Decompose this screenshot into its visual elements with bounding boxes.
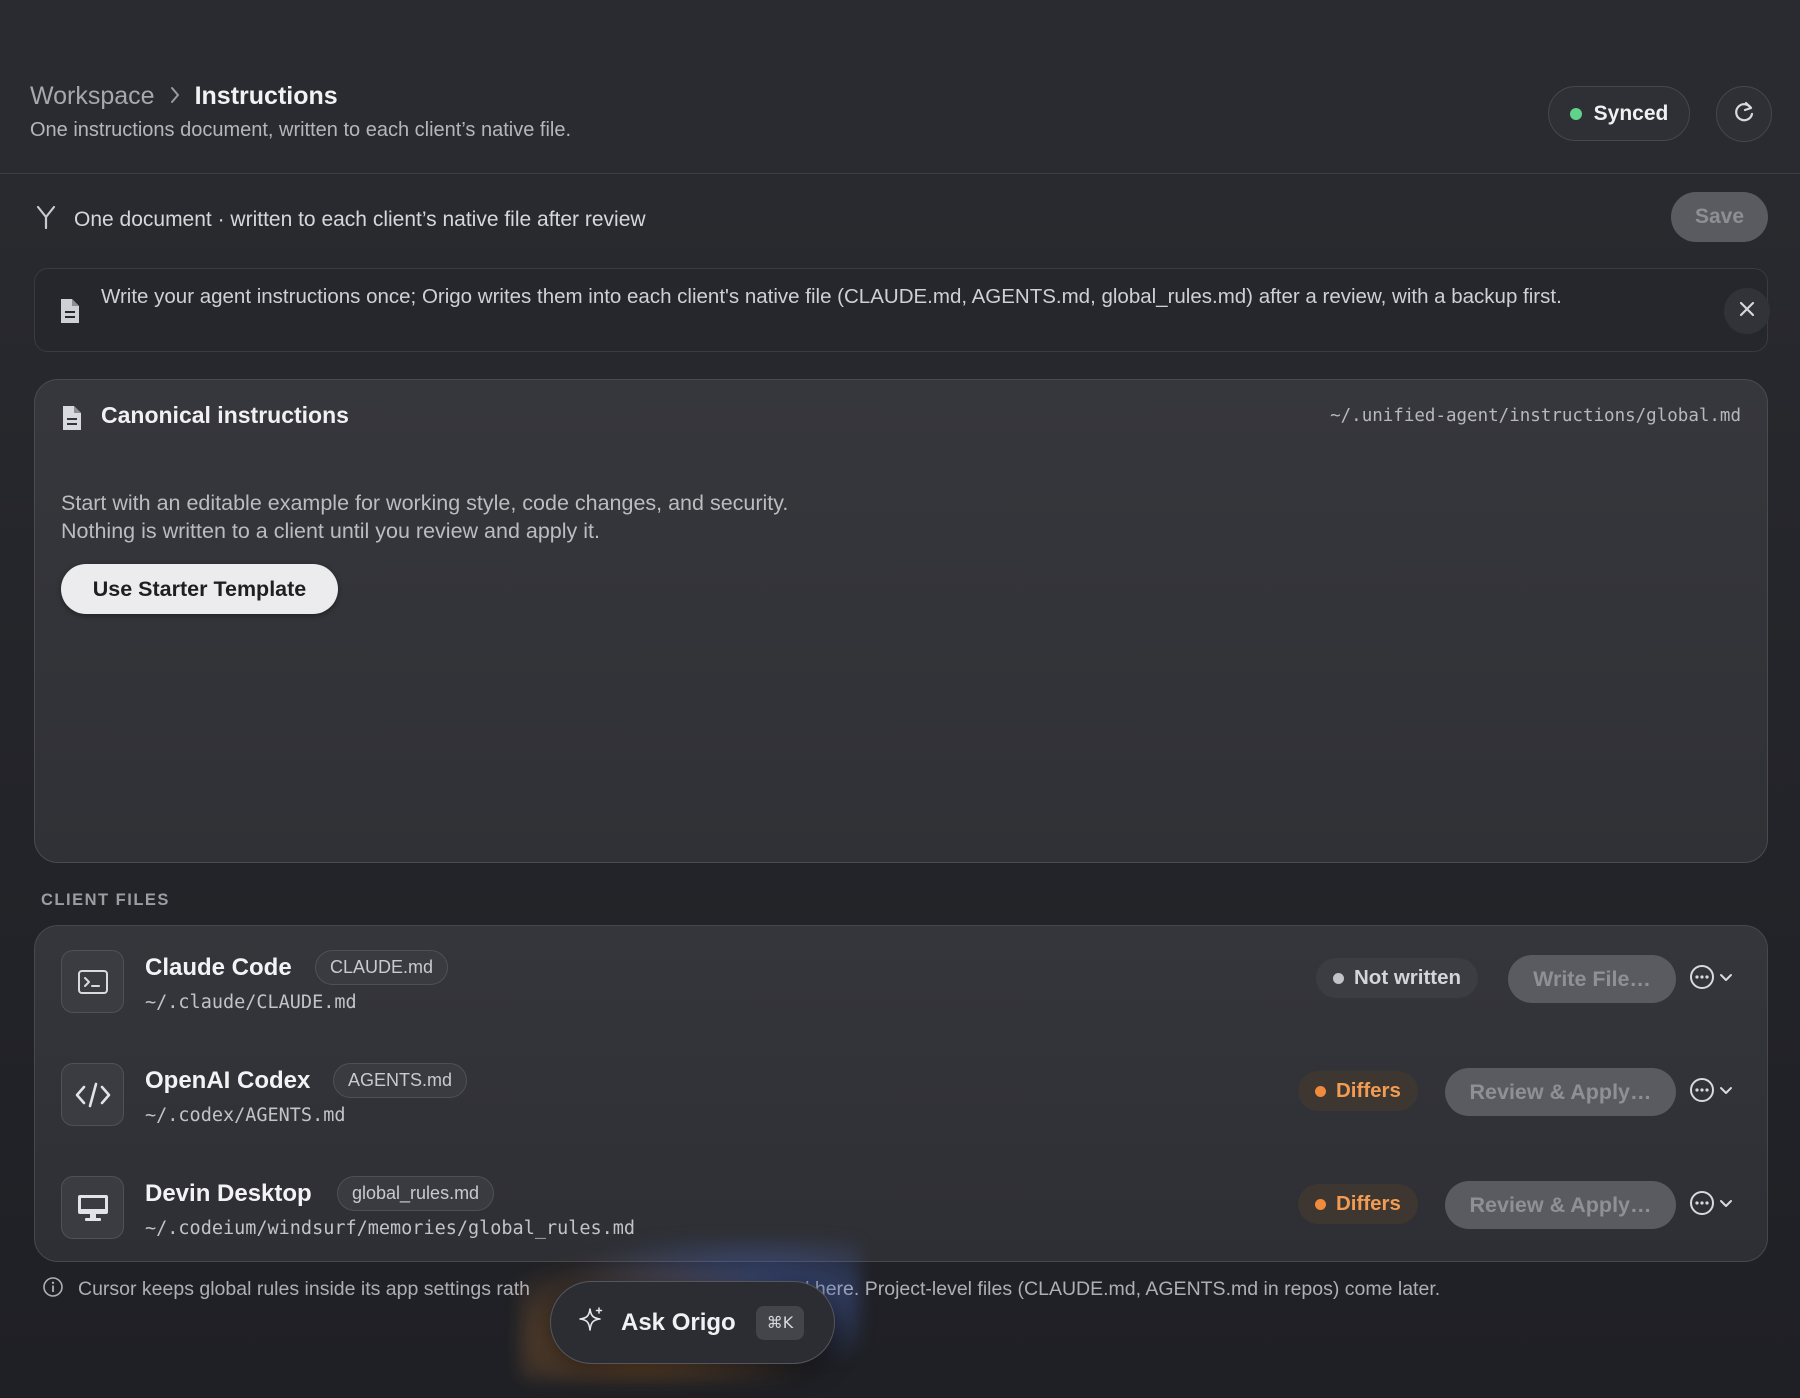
more-options-button[interactable]: [1689, 1077, 1743, 1107]
page-subtitle: One instructions document, written to ea…: [30, 119, 572, 141]
info-icon: [42, 1276, 64, 1303]
refresh-button[interactable]: [1716, 86, 1772, 142]
canonical-path: ~/.unified-agent/instructions/global.md: [1330, 406, 1741, 426]
footer-note-text: Cursor keeps global rules inside its app…: [78, 1278, 530, 1300]
canonical-instructions-card: Canonical instructions ~/.unified-agent/…: [34, 379, 1768, 863]
status-dot-icon: [1315, 1085, 1326, 1097]
status-badge: Not written: [1316, 958, 1479, 998]
sync-status-label: Synced: [1593, 101, 1669, 125]
status-label: Differs: [1336, 1192, 1401, 1215]
footer-note-text: ced here. Project-level files (CLAUDE.md…: [778, 1278, 1441, 1300]
toolbar: One document · written to each client’s …: [34, 204, 646, 235]
toolbar-description: One document · written to each client’s …: [74, 207, 646, 231]
more-icon: [1689, 1190, 1715, 1221]
client-path: ~/.codex/AGENTS.md: [145, 1105, 346, 1126]
client-row-devin-desktop: Devin Desktop global_rules.md ~/.codeium…: [35, 1152, 1769, 1252]
client-path: ~/.claude/CLAUDE.md: [145, 992, 357, 1013]
banner-text: Write your agent instructions once; Orig…: [101, 285, 1562, 308]
ask-origo-label: Ask Origo: [621, 1308, 736, 1336]
close-icon: [1739, 301, 1755, 322]
breadcrumb: Workspace Instructions: [30, 82, 338, 111]
sparkle-icon: [579, 1306, 605, 1339]
more-icon: [1689, 1077, 1715, 1108]
section-label-client-files: CLIENT FILES: [41, 891, 170, 909]
monitor-icon: [61, 1176, 124, 1239]
review-apply-button[interactable]: Review & Apply…: [1445, 1181, 1676, 1229]
client-file-chip: CLAUDE.md: [315, 950, 449, 985]
page-header: Workspace Instructions One instructions …: [0, 0, 1800, 174]
refresh-icon: [1731, 99, 1757, 130]
review-apply-button[interactable]: Review & Apply…: [1445, 1068, 1676, 1116]
chevron-down-icon: [1719, 1196, 1733, 1214]
use-starter-template-button[interactable]: Use Starter Template: [61, 564, 338, 614]
client-file-chip: global_rules.md: [337, 1176, 495, 1211]
instructions-page: Workspace Instructions One instructions …: [0, 0, 1800, 1398]
merge-icon: [34, 204, 58, 235]
breadcrumb-workspace[interactable]: Workspace: [30, 82, 155, 111]
more-options-button[interactable]: [1689, 1190, 1743, 1220]
client-row-openai-codex: OpenAI Codex AGENTS.md ~/.codex/AGENTS.m…: [35, 1039, 1769, 1139]
client-file-chip: AGENTS.md: [333, 1063, 468, 1098]
write-file-button[interactable]: Write File…: [1508, 955, 1676, 1003]
status-badge: Differs: [1298, 1071, 1418, 1111]
info-banner: Write your agent instructions once; Orig…: [34, 268, 1770, 352]
document-icon: [59, 297, 81, 330]
chevron-down-icon: [1719, 970, 1733, 988]
client-name: Claude Code: [145, 954, 292, 981]
shortcut-badge: ⌘K: [755, 1305, 805, 1340]
close-banner-button[interactable]: [1724, 288, 1770, 334]
chevron-right-icon: [169, 84, 181, 110]
status-badge: Differs: [1298, 1184, 1418, 1224]
client-name: OpenAI Codex: [145, 1067, 311, 1094]
status-label: Differs: [1336, 1079, 1401, 1102]
more-options-button[interactable]: [1689, 964, 1743, 994]
chevron-down-icon: [1719, 1083, 1733, 1101]
client-files-list: Claude Code CLAUDE.md ~/.claude/CLAUDE.m…: [34, 925, 1768, 1262]
status-dot-icon: [1333, 972, 1344, 984]
canonical-title: Canonical instructions: [101, 402, 349, 428]
ask-origo-button[interactable]: Ask Origo ⌘K: [550, 1281, 835, 1364]
canonical-description-line: Nothing is written to a client until you…: [61, 519, 600, 543]
save-button[interactable]: Save: [1671, 192, 1768, 242]
client-name: Devin Desktop: [145, 1180, 312, 1207]
code-icon: [61, 1063, 124, 1126]
client-row-claude-code: Claude Code CLAUDE.md ~/.claude/CLAUDE.m…: [35, 926, 1769, 1026]
status-dot-icon: [1569, 107, 1582, 120]
status-label: Not written: [1354, 966, 1462, 989]
more-icon: [1689, 964, 1715, 995]
sync-status-badge[interactable]: Synced: [1548, 86, 1690, 141]
page-title: Instructions: [194, 82, 338, 110]
client-path: ~/.codeium/windsurf/memories/global_rule…: [145, 1218, 636, 1239]
status-dot-icon: [1315, 1198, 1326, 1210]
terminal-icon: [61, 950, 124, 1013]
canonical-description: Start with an editable example for worki…: [61, 489, 788, 545]
canonical-description-line: Start with an editable example for worki…: [61, 491, 789, 515]
document-icon: [61, 404, 83, 437]
